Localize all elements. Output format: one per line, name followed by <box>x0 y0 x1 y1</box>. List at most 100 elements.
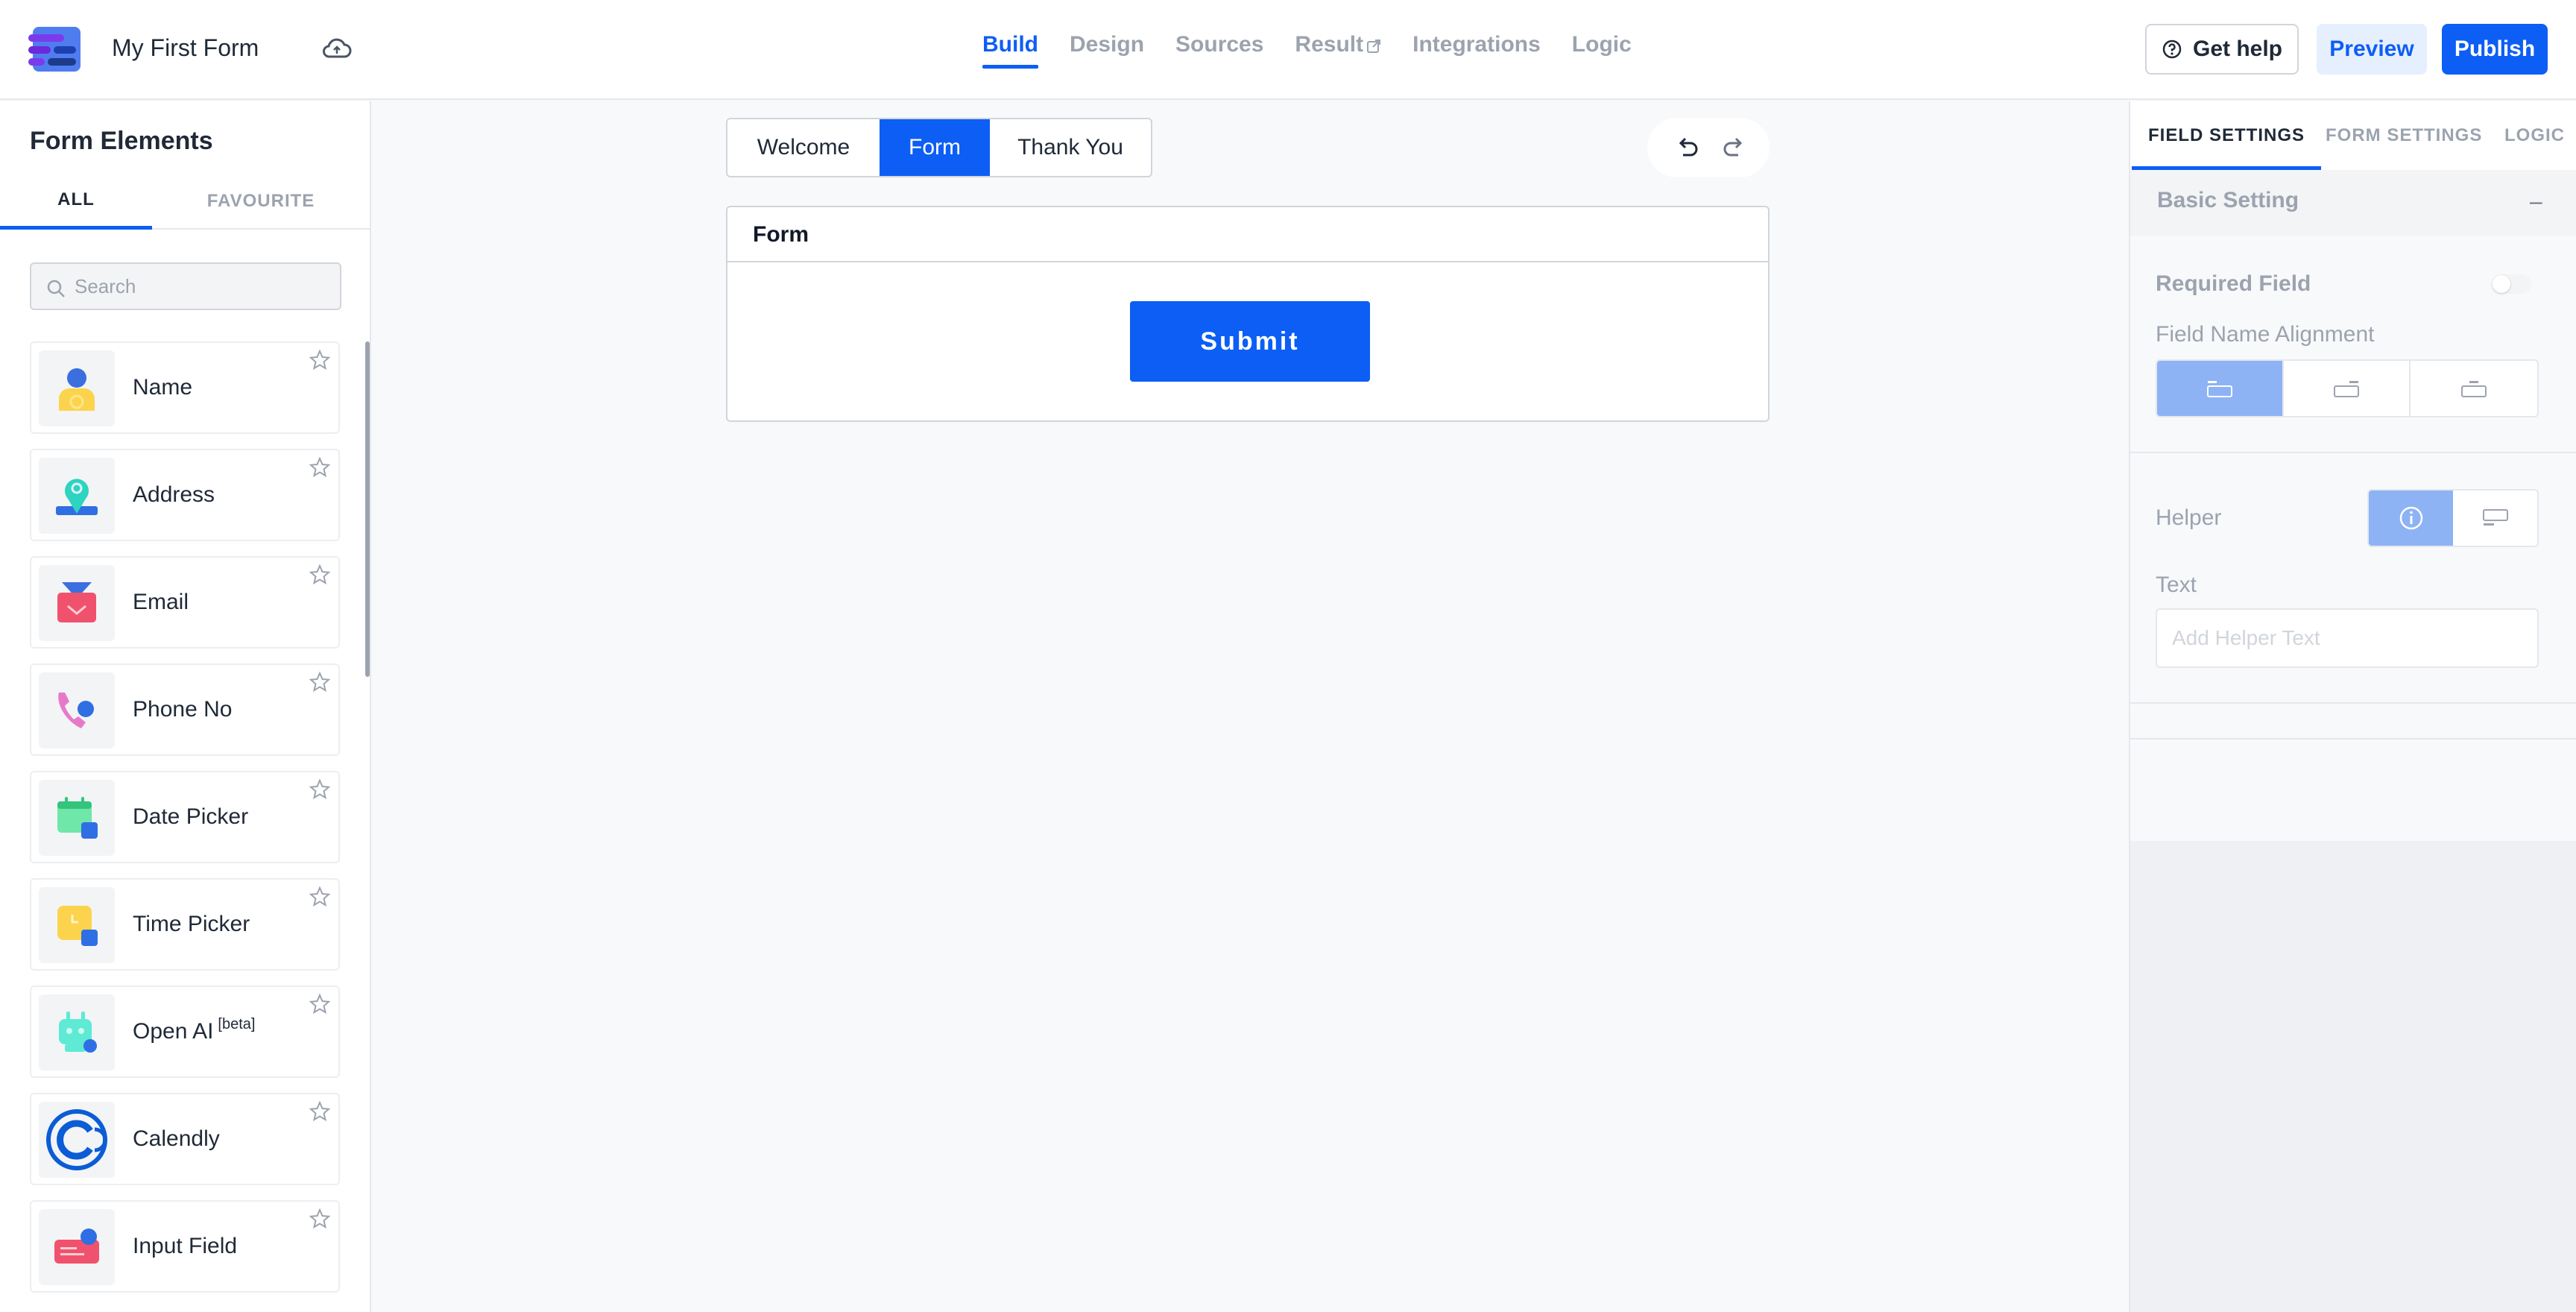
page-tab-welcome[interactable]: Welcome <box>727 119 880 176</box>
element-icon-box <box>39 887 115 963</box>
element-item-calendly[interactable]: Calendly <box>30 1093 340 1185</box>
element-item-address[interactable]: Address <box>30 449 340 541</box>
helper-text-input[interactable] <box>2156 608 2539 668</box>
page-tab-form[interactable]: Form <box>880 119 990 176</box>
element-icon-box <box>39 1102 115 1178</box>
element-label: Open AI [beta] <box>133 987 255 1076</box>
favourite-star-icon[interactable] <box>309 564 331 586</box>
page-tabs: Welcome Form Thank You <box>726 118 1152 177</box>
element-icon-box <box>39 672 115 748</box>
undo-icon[interactable] <box>1674 134 1701 161</box>
person-icon <box>59 368 95 411</box>
helper-tooltip-option[interactable] <box>2369 491 2453 546</box>
settings-tabs: FIELD SETTINGS FORM SETTINGS LOGIC <box>2130 101 2576 170</box>
align-left-option[interactable] <box>2157 361 2284 416</box>
tab-field-settings[interactable]: FIELD SETTINGS <box>2131 101 2322 170</box>
favourite-star-icon[interactable] <box>309 1208 331 1230</box>
nav-integrations[interactable]: Integrations <box>1412 28 1541 69</box>
favourite-star-icon[interactable] <box>309 886 331 908</box>
section-divider <box>2130 702 2576 704</box>
collapse-icon[interactable]: – <box>2530 189 2542 215</box>
tab-form-settings[interactable]: FORM SETTINGS <box>2326 101 2482 170</box>
favourite-star-icon[interactable] <box>309 349 331 371</box>
element-item-time-picker[interactable]: Time Picker <box>30 878 340 971</box>
tab-favourite[interactable]: FAVOURITE <box>185 173 337 230</box>
alignment-options <box>2156 359 2539 417</box>
field-name-alignment-label: Field Name Alignment <box>2156 322 2375 347</box>
helper-text-option[interactable] <box>2453 491 2537 546</box>
element-label: Calendly <box>133 1126 220 1151</box>
required-field-label: Required Field <box>2156 271 2311 296</box>
sidebar-scrollbar[interactable] <box>365 341 370 677</box>
element-label: Name <box>133 375 193 400</box>
nav-logic-label: Logic <box>1571 32 1632 57</box>
favourite-star-icon[interactable] <box>309 456 331 479</box>
page-tab-thank-you[interactable]: Thank You <box>990 119 1151 176</box>
redo-icon[interactable] <box>1720 134 1747 161</box>
element-item-input-field[interactable]: Input Field <box>30 1200 340 1293</box>
robot-icon <box>59 1012 97 1053</box>
element-list: Name Address Email Phone No Date Picker … <box>30 341 340 1308</box>
align-left-icon <box>2207 381 2232 397</box>
element-icon-box <box>39 1209 115 1285</box>
nav-result-label: Result <box>1295 32 1364 57</box>
phone-icon <box>58 693 94 728</box>
helper-label: Helper <box>2156 505 2222 530</box>
element-item-phone[interactable]: Phone No <box>30 663 340 756</box>
element-item-email[interactable]: Email <box>30 556 340 649</box>
nav-result[interactable]: Result <box>1295 28 1381 69</box>
location-icon <box>56 479 98 515</box>
calendly-logo-icon <box>46 1109 107 1170</box>
nav-design-label: Design <box>1070 32 1145 57</box>
search-icon <box>47 280 65 297</box>
preview-button[interactable]: Preview <box>2317 24 2427 75</box>
form-card: Form Submit <box>726 206 1770 422</box>
search-input[interactable] <box>75 271 328 301</box>
top-header: My First Form Build Design Sources Resul… <box>0 0 2576 100</box>
favourite-star-icon[interactable] <box>309 1100 331 1123</box>
submit-button[interactable]: Submit <box>1130 301 1370 382</box>
helper-options <box>2367 489 2539 547</box>
calendar-icon <box>57 797 98 839</box>
section-divider <box>2130 452 2576 453</box>
cloud-save-icon[interactable] <box>321 36 353 63</box>
undo-redo-group <box>1647 118 1770 177</box>
settings-panel: FIELD SETTINGS FORM SETTINGS LOGIC Basic… <box>2129 101 2576 1312</box>
align-right-icon <box>2334 381 2359 397</box>
field-settings-content: Basic Setting – Required Field Field Nam… <box>2130 170 2576 841</box>
nav-logic[interactable]: Logic <box>1572 28 1632 69</box>
align-center-option[interactable] <box>2411 361 2537 416</box>
required-field-toggle[interactable] <box>2493 274 2531 294</box>
get-help-button[interactable]: Get help <box>2145 24 2299 75</box>
tab-logic[interactable]: LOGIC <box>2504 101 2565 170</box>
main-nav: Build Design Sources Result Integrations… <box>982 28 1632 69</box>
element-item-name[interactable]: Name <box>30 341 340 434</box>
nav-sources[interactable]: Sources <box>1175 28 1263 69</box>
favourite-star-icon[interactable] <box>309 671 331 693</box>
helper-text-icon <box>2482 509 2508 526</box>
favourite-star-icon[interactable] <box>309 993 331 1015</box>
favourite-star-icon[interactable] <box>309 778 331 801</box>
element-item-date-picker[interactable]: Date Picker <box>30 771 340 863</box>
align-right-option[interactable] <box>2284 361 2411 416</box>
nav-build[interactable]: Build <box>982 28 1038 69</box>
form-title[interactable]: My First Form <box>112 34 259 62</box>
section-divider <box>2130 738 2576 739</box>
app-logo-icon[interactable] <box>28 27 83 72</box>
nav-integrations-label: Integrations <box>1412 32 1541 57</box>
publish-button[interactable]: Publish <box>2442 24 2548 75</box>
search-box <box>30 262 341 310</box>
tab-all[interactable]: ALL <box>0 173 152 230</box>
input-field-icon <box>54 1229 99 1264</box>
toggle-knob <box>2493 275 2510 293</box>
sidebar-title: Form Elements <box>30 127 213 155</box>
envelope-icon <box>57 582 96 622</box>
element-icon-box <box>39 780 115 856</box>
basic-setting-header[interactable]: Basic Setting – <box>2130 170 2576 236</box>
help-circle-icon <box>2162 40 2182 59</box>
nav-design[interactable]: Design <box>1070 28 1144 69</box>
element-label: Phone No <box>133 697 233 722</box>
element-item-open-ai[interactable]: Open AI [beta] <box>30 985 340 1078</box>
element-label-text: Open AI <box>133 1019 214 1044</box>
text-label: Text <box>2156 573 2197 597</box>
